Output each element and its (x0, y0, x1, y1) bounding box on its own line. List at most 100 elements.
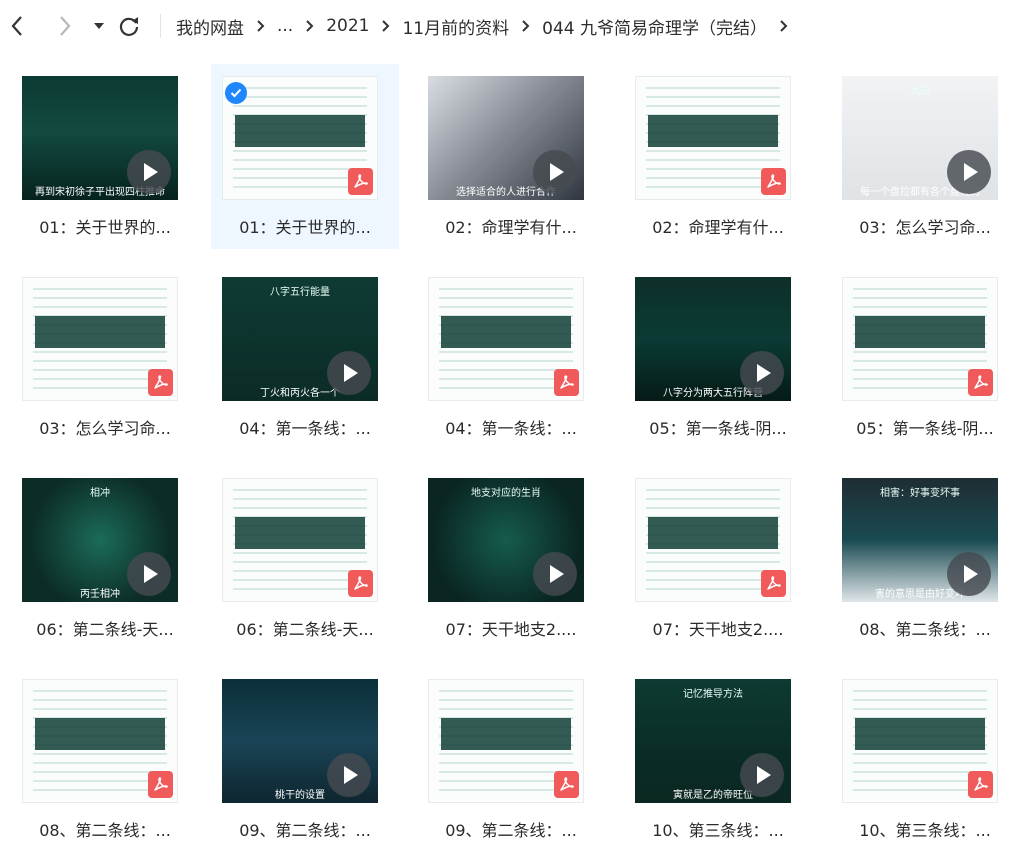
video-file-tile[interactable]: 相冲 丙壬相冲 06：第二条线-天... (11, 466, 199, 651)
document-preview-block (855, 316, 985, 348)
file-name[interactable]: 01：关于世界的... (11, 214, 199, 238)
forward-button[interactable] (52, 12, 78, 40)
file-name[interactable]: 06：第二条线-天... (211, 616, 399, 640)
video-file-tile[interactable]: 再到宋初徐子平出现四柱推命 01：关于世界的... (11, 64, 199, 249)
file-name[interactable]: 05：第一条线-阴... (831, 415, 1019, 439)
pdf-file-tile[interactable]: 01：关于世界的... (211, 64, 399, 249)
video-thumbnail: 地支对应的生肖 (428, 478, 584, 602)
thumbnail-title: 地支对应的生肖 (471, 488, 541, 499)
pdf-icon (968, 771, 993, 798)
play-icon[interactable] (327, 753, 371, 797)
pdf-file-tile[interactable]: 06：第二条线-天... (211, 466, 399, 651)
top-navigation-bar: 我的网盘 ... 2021 11月前的资料 044 九爷简易命理学（完结） (0, 0, 1027, 52)
pdf-thumbnail (428, 277, 584, 401)
caret-down-icon (94, 23, 104, 29)
video-file-tile[interactable]: 记忆推导方法 寅就是乙的帝旺位 10、第三条线：... (624, 667, 812, 852)
file-name[interactable]: 05：第一条线-阴... (624, 415, 812, 439)
video-file-tile[interactable]: 八字分为两大五行阵营 05：第一条线-阴... (624, 265, 812, 450)
video-file-tile[interactable]: 选择适合的人进行合作 02：命理学有什... (417, 64, 605, 249)
file-name[interactable]: 01：关于世界的... (211, 214, 399, 238)
breadcrumb-item-current[interactable]: 044 九爷简易命理学（完结） (542, 14, 767, 39)
history-dropdown-button[interactable] (86, 12, 112, 40)
file-name[interactable]: 08、第二条线：... (831, 616, 1019, 640)
pdf-icon (348, 168, 373, 195)
play-icon[interactable] (947, 552, 991, 596)
file-name[interactable]: 06：第二条线-天... (11, 616, 199, 640)
document-preview-block (235, 517, 365, 549)
pdf-file-tile[interactable]: 03：怎么学习命... (11, 265, 199, 450)
pdf-file-tile[interactable]: 02：命理学有什... (624, 64, 812, 249)
play-icon[interactable] (127, 150, 171, 194)
pdf-icon (761, 168, 786, 195)
video-file-tile[interactable]: 桃干的设置 09、第二条线：... (211, 667, 399, 852)
video-thumbnail: 再到宋初徐子平出现四柱推命 (22, 76, 178, 200)
pdf-file-tile[interactable]: 07：天干地支2.... (624, 466, 812, 651)
pdf-file-tile[interactable]: 09、第二条线：... (417, 667, 605, 852)
thumbnail-title: 相害：好事变坏事 (880, 488, 960, 499)
pdf-file-tile[interactable]: 08、第二条线：... (11, 667, 199, 852)
video-file-tile[interactable]: 地支对应的生肖 07：天干地支2.... (417, 466, 605, 651)
pdf-thumbnail (222, 478, 378, 602)
file-name[interactable]: 07：天干地支2.... (417, 616, 605, 640)
play-icon[interactable] (533, 552, 577, 596)
refresh-button[interactable] (116, 12, 142, 40)
breadcrumb-item-2021[interactable]: 2021 (326, 16, 369, 36)
video-file-tile[interactable]: 相害：好事变坏事 害的意思是由好变坏 08、第二条线：... (831, 466, 1019, 651)
document-preview-block (648, 115, 778, 147)
pdf-icon (148, 771, 173, 798)
video-thumbnail: 记忆推导方法 寅就是乙的帝旺位 (635, 679, 791, 803)
chevron-right-icon[interactable] (779, 19, 788, 33)
file-name[interactable]: 08、第二条线：... (11, 817, 199, 841)
pdf-icon (554, 771, 579, 798)
pdf-file-tile[interactable]: 05：第一条线-阴... (831, 265, 1019, 450)
video-thumbnail: 大白 每一个盘拉都有各个盘拉的 (842, 76, 998, 200)
video-file-tile[interactable]: 大白 每一个盘拉都有各个盘拉的 03：怎么学习命... (831, 64, 1019, 249)
file-name[interactable]: 03：怎么学习命... (11, 415, 199, 439)
chevron-right-icon (60, 16, 71, 36)
thumbnail-title: 记忆推导方法 (683, 689, 743, 700)
video-file-tile[interactable]: 八字五行能量 丁火和丙火各一个 04：第一条线：... (211, 265, 399, 450)
video-thumbnail: 相害：好事变坏事 害的意思是由好变坏 (842, 478, 998, 602)
breadcrumb-item-ellipsis[interactable]: ... (277, 16, 293, 36)
file-name[interactable]: 10、第三条线：... (831, 817, 1019, 841)
play-icon[interactable] (740, 351, 784, 395)
play-icon[interactable] (127, 552, 171, 596)
play-icon[interactable] (327, 351, 371, 395)
document-preview-block (855, 718, 985, 750)
play-icon[interactable] (947, 150, 991, 194)
file-name[interactable]: 09、第二条线：... (211, 817, 399, 841)
play-icon[interactable] (533, 150, 577, 194)
file-name[interactable]: 02：命理学有什... (624, 214, 812, 238)
document-preview-block (235, 115, 365, 147)
chevron-left-icon (11, 16, 22, 36)
file-name[interactable]: 02：命理学有什... (417, 214, 605, 238)
breadcrumb-item-folder[interactable]: 11月前的资料 (402, 14, 509, 39)
file-name[interactable]: 03：怎么学习命... (831, 214, 1019, 238)
document-preview-block (35, 718, 165, 750)
file-name[interactable]: 09、第二条线：... (417, 817, 605, 841)
file-name[interactable]: 10、第三条线：... (624, 817, 812, 841)
back-button[interactable] (4, 12, 30, 40)
file-name[interactable]: 07：天干地支2.... (624, 616, 812, 640)
play-icon[interactable] (740, 753, 784, 797)
thumbnail-title: 大白 (910, 86, 930, 97)
document-preview-block (441, 316, 571, 348)
pdf-icon (968, 369, 993, 396)
thumbnail-title: 相冲 (90, 488, 110, 499)
breadcrumb-item-root[interactable]: 我的网盘 (176, 14, 244, 39)
breadcrumb: 我的网盘 ... 2021 11月前的资料 044 九爷简易命理学（完结） (176, 0, 800, 52)
file-name[interactable]: 04：第一条线：... (417, 415, 605, 439)
file-name[interactable]: 04：第一条线：... (211, 415, 399, 439)
selected-check-icon[interactable] (225, 82, 247, 104)
video-thumbnail: 选择适合的人进行合作 (428, 76, 584, 200)
pdf-thumbnail (635, 76, 791, 200)
document-preview-block (441, 718, 571, 750)
pdf-file-tile[interactable]: 04：第一条线：... (417, 265, 605, 450)
pdf-thumbnail (635, 478, 791, 602)
pdf-file-tile[interactable]: 10、第三条线：... (831, 667, 1019, 852)
chevron-right-icon (522, 20, 530, 32)
pdf-thumbnail (22, 277, 178, 401)
nav-divider (160, 14, 161, 38)
pdf-thumbnail (842, 679, 998, 803)
video-thumbnail: 八字五行能量 丁火和丙火各一个 (222, 277, 378, 401)
